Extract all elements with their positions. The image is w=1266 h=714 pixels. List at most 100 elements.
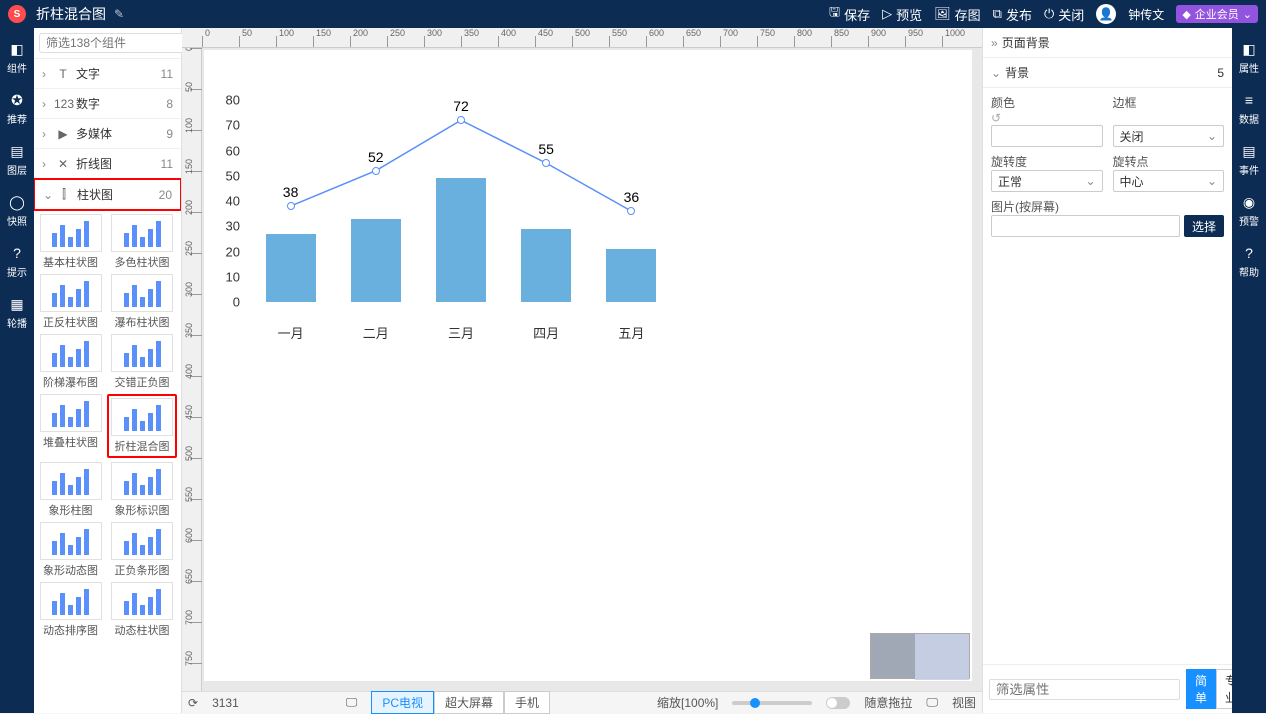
left-rail-轮播[interactable]: ▦轮播 — [7, 291, 27, 334]
ruler-horizontal: 0501001502002503003504004505005506006507… — [182, 28, 982, 48]
thumb-动态排序图[interactable]: 动态排序图 — [38, 582, 103, 638]
thumb-堆叠柱状图[interactable]: 堆叠柱状图 — [38, 394, 103, 458]
line-point — [627, 207, 635, 215]
border-label: 边框 — [1113, 94, 1225, 111]
right-rail-属性[interactable]: ◧属性 — [1239, 36, 1259, 79]
page-title: 折柱混合图 — [36, 4, 106, 24]
thumb-阶梯瀑布图[interactable]: 阶梯瀑布图 — [38, 334, 103, 390]
rail-icon: ▤ — [8, 142, 26, 160]
section-page-bg[interactable]: » 页面背景 — [983, 28, 1232, 58]
image-path-input[interactable] — [991, 215, 1180, 237]
thumb-多色柱状图[interactable]: 多色柱状图 — [107, 214, 177, 270]
diamond-icon: ◆ — [1182, 8, 1190, 21]
left-rail-图层[interactable]: ▤ 图层 — [7, 138, 27, 181]
left-rail-组件[interactable]: ◧组件 — [7, 36, 27, 79]
rail-label: 图层 — [7, 162, 27, 177]
color-input[interactable] — [991, 125, 1103, 147]
section-bg[interactable]: ⌄ 背景 5 — [983, 58, 1232, 88]
category-折线图[interactable]: ›✕折线图11 — [34, 149, 181, 179]
thumb-象形动态图[interactable]: 象形动态图 — [38, 522, 103, 578]
publish-button[interactable]: ⧉发布 — [993, 5, 1032, 24]
thumb-preview — [111, 582, 173, 620]
filter-props-input[interactable] — [989, 679, 1180, 700]
preview-icon: ▷ — [882, 6, 892, 22]
refresh-icon[interactable]: ⟳ — [188, 696, 198, 710]
reset-color-icon[interactable]: ↺ — [991, 111, 1001, 125]
user-icon: 👤 — [1099, 7, 1114, 21]
right-rail-事件[interactable]: ▤事件 — [1239, 138, 1259, 181]
canvas-stage[interactable]: 01020304050607080一月二月三月四月五月3852725536 — [204, 50, 972, 681]
member-badge[interactable]: ◆企业会员⌄ — [1176, 5, 1258, 23]
line-point — [287, 202, 295, 210]
rail-icon: ◯ — [8, 193, 26, 211]
choose-image-button[interactable]: 选择 — [1184, 215, 1224, 237]
category-label: 折线图 — [76, 155, 161, 172]
category-柱状图[interactable]: ⌄⫿柱状图20 — [34, 178, 181, 211]
minimap[interactable] — [870, 633, 970, 679]
thumb-preview — [40, 582, 102, 620]
category-icon: T — [54, 67, 72, 81]
line-value-label: 38 — [283, 184, 299, 200]
category-多媒体[interactable]: ›▶多媒体9 — [34, 119, 181, 149]
chevron-down-icon: ⌄ — [1243, 8, 1252, 21]
thumb-动态柱状图[interactable]: 动态柱状图 — [107, 582, 177, 638]
saveimg-button[interactable]: 🖼存图 — [934, 5, 981, 24]
bar-line-chart[interactable]: 01020304050607080一月二月三月四月五月3852725536 — [214, 80, 694, 320]
thumb-preview — [40, 462, 102, 500]
publish-icon: ⧉ — [993, 6, 1002, 22]
thumb-交错正负图[interactable]: 交错正负图 — [107, 334, 177, 390]
thumb-基本柱状图[interactable]: 基本柱状图 — [38, 214, 103, 270]
pivot-select[interactable]: 中心 — [1113, 170, 1225, 192]
mode-simple[interactable]: 简单 — [1186, 669, 1216, 709]
right-rail-数据[interactable]: ≡ 数据 — [1239, 87, 1259, 130]
thumb-象形标识图[interactable]: 象形标识图 — [107, 462, 177, 518]
thumb-正反柱状图[interactable]: 正反柱状图 — [38, 274, 103, 330]
edit-title-icon[interactable]: ✎ — [114, 7, 124, 21]
thumb-象形柱图[interactable]: 象形柱图 — [38, 462, 103, 518]
rotate-select[interactable]: 正常 — [991, 170, 1103, 192]
save-button[interactable]: 🖫保存 — [829, 3, 870, 25]
thumb-label: 折柱混合图 — [115, 438, 170, 454]
chevron-right-icon: › — [42, 97, 54, 111]
rail-label: 提示 — [7, 264, 27, 279]
x-label: 三月 — [448, 323, 474, 342]
device-tab-PC电视[interactable]: PC电视 — [371, 691, 434, 714]
thumb-label: 象形柱图 — [49, 502, 93, 518]
category-文字[interactable]: ›T文字11 — [34, 59, 181, 89]
color-label: 颜色 — [991, 94, 1103, 111]
free-drag-toggle[interactable] — [826, 697, 850, 709]
user-avatar[interactable]: 👤 — [1096, 4, 1116, 24]
preview-button[interactable]: ▷预览 — [882, 5, 922, 24]
device-tab-手机[interactable]: 手机 — [504, 691, 550, 714]
thumb-label: 瀑布柱状图 — [115, 314, 170, 330]
rail-icon: ✪ — [8, 91, 26, 109]
rail-icon: ≡ — [1240, 91, 1258, 109]
pivot-label: 旋转点 — [1113, 153, 1225, 170]
close-icon: ⏻ — [1044, 6, 1054, 22]
view-icon[interactable]: 🖵 — [926, 695, 938, 710]
ruler-vertical: 0501001502002503003504004505005506006507… — [182, 48, 202, 691]
zoom-slider[interactable] — [732, 701, 812, 705]
right-rail: ◧属性 ≡ 数据 ▤事件 ◉预警 ?帮助 — [1232, 28, 1266, 713]
rail-label: 数据 — [1239, 111, 1259, 126]
category-数字[interactable]: ›123数字8 — [34, 89, 181, 119]
thumb-瀑布柱状图[interactable]: 瀑布柱状图 — [107, 274, 177, 330]
right-rail-预警[interactable]: ◉预警 — [1239, 189, 1259, 232]
close-button[interactable]: ⏻关闭 — [1044, 5, 1084, 24]
x-label: 四月 — [533, 323, 559, 342]
left-rail-推荐[interactable]: ✪推荐 — [7, 87, 27, 130]
canvas-area: 0501001502002503003504004505005506006507… — [182, 28, 982, 713]
thumb-preview — [40, 334, 102, 372]
device-tab-超大屏幕[interactable]: 超大屏幕 — [434, 691, 504, 714]
left-rail-快照[interactable]: ◯快照 — [7, 189, 27, 232]
left-rail: ◧组件 ✪推荐 ▤ 图层 ◯快照 ?提示 ▦轮播 — [0, 28, 34, 713]
rail-icon: ? — [1240, 244, 1258, 262]
line-value-label: 36 — [624, 189, 640, 205]
rail-icon: ▦ — [8, 295, 26, 313]
thumb-折柱混合图[interactable]: 折柱混合图 — [107, 394, 177, 458]
category-count: 11 — [161, 157, 173, 171]
left-rail-提示[interactable]: ?提示 — [7, 240, 27, 283]
thumb-正负条形图[interactable]: 正负条形图 — [107, 522, 177, 578]
border-select[interactable]: 关闭 — [1113, 125, 1225, 147]
right-rail-帮助[interactable]: ?帮助 — [1239, 240, 1259, 283]
